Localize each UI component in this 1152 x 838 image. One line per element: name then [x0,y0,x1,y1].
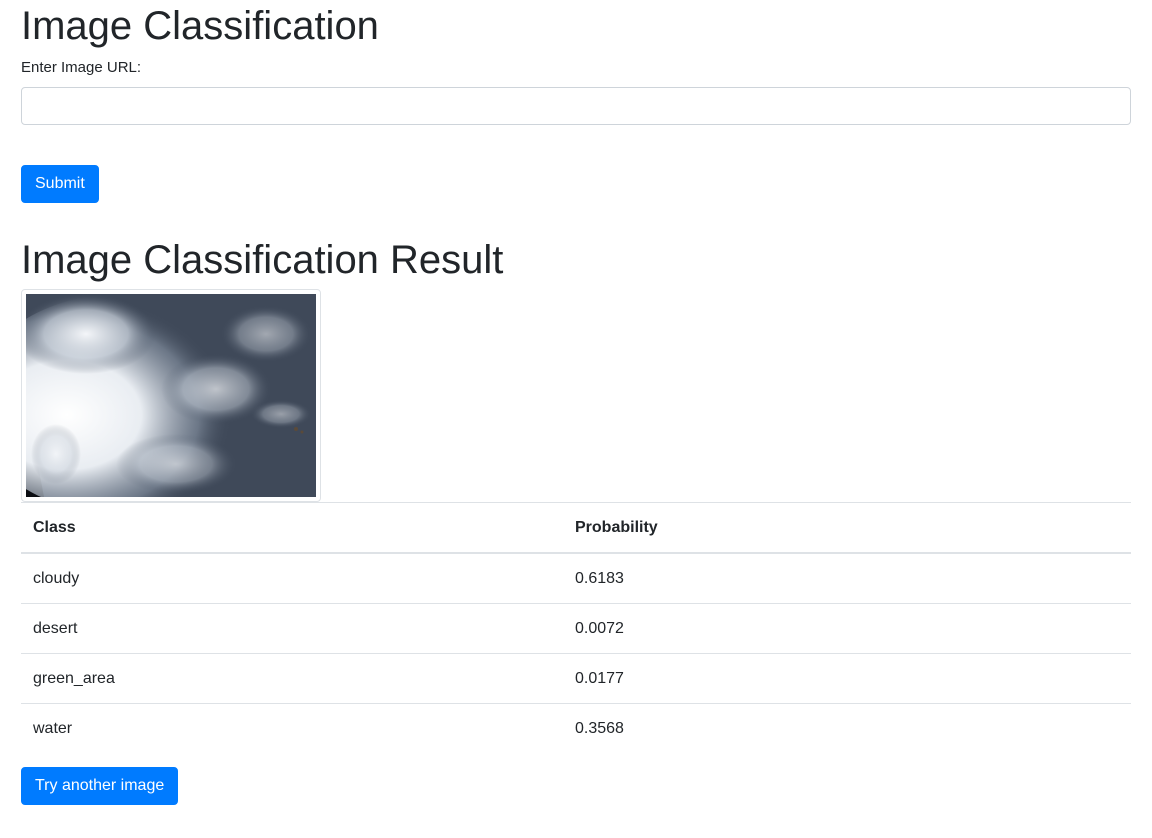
result-image-thumbnail [21,289,321,502]
class-column-header: Class [21,502,563,554]
try-another-image-button[interactable]: Try another image [21,767,179,805]
class-cell: cloudy [21,552,563,604]
classification-table: Class Probability cloudy 0.6183 desert 0… [21,502,1131,753]
table-row: green_area 0.0177 [21,653,1131,704]
table-header-row: Class Probability [21,502,1131,554]
satellite-cloud-image [26,294,316,497]
page-title: Image Classification [21,4,379,48]
probability-cell: 0.0072 [563,603,1131,654]
probability-cell: 0.0177 [563,653,1131,704]
class-cell: desert [21,603,563,654]
probability-column-header: Probability [563,502,1131,554]
page-container: Image Classification Enter Image URL: Su… [21,0,1131,805]
table-row: desert 0.0072 [21,603,1131,654]
url-label: Enter Image URL: [21,59,142,76]
image-url-input[interactable] [21,87,1131,125]
table-row: cloudy 0.6183 [21,552,1131,604]
class-cell: green_area [21,653,563,704]
result-title: Image Classification Result [21,238,504,282]
probability-cell: 0.3568 [563,703,1131,753]
probability-cell: 0.6183 [563,552,1131,604]
table-row: water 0.3568 [21,703,1131,753]
class-cell: water [21,703,563,753]
submit-button[interactable]: Submit [21,165,99,203]
